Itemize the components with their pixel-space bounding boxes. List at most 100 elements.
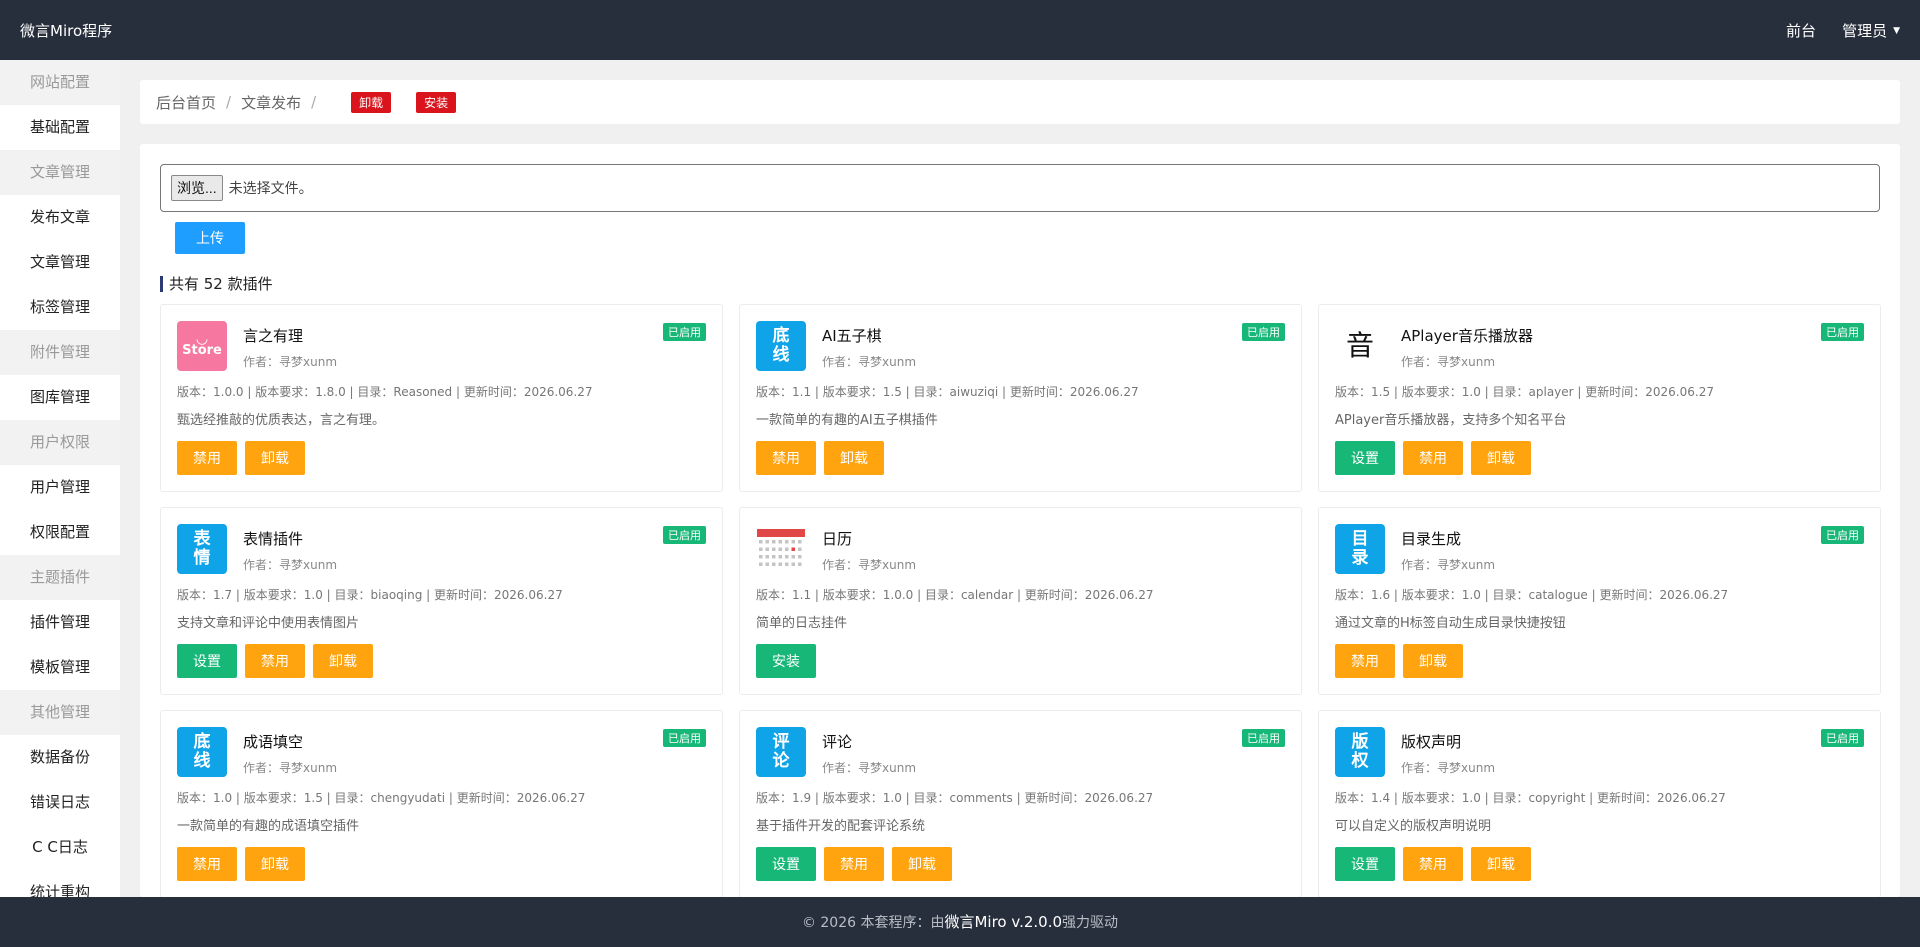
sidebar-item[interactable]: 基础配置	[0, 105, 120, 150]
plugin-action-button[interactable]: 卸载	[1471, 847, 1531, 881]
plugin-name: 言之有理	[243, 327, 304, 345]
plugin-action-button[interactable]: 卸载	[245, 847, 305, 881]
plugin-author: 作者：寻梦xunm	[1401, 355, 1496, 369]
plugin-action-button[interactable]: 禁用	[824, 847, 884, 881]
sidebar-item[interactable]: 统计重构	[0, 870, 120, 897]
admin-menu[interactable]: 管理员 ▼	[1842, 20, 1900, 41]
plugin-author: 作者：寻梦xunm	[243, 761, 338, 775]
plugin-action-button[interactable]: 卸载	[824, 441, 884, 475]
plugin-action-button[interactable]: 设置	[756, 847, 816, 881]
plugin-action-button[interactable]: 卸载	[313, 644, 373, 678]
plugin-actions: 禁用 卸载	[177, 847, 305, 881]
plugin-meta: 版本：1.5 | 版本要求：1.0 | 目录：aplayer | 更新时间：20…	[1335, 385, 1714, 399]
plugin-author: 作者：寻梦xunm	[822, 761, 917, 775]
plugin-actions: 安装	[756, 644, 816, 678]
plugin-action-button[interactable]: 卸载	[245, 441, 305, 475]
frontend-link[interactable]: 前台	[1786, 20, 1816, 41]
plugin-action-button[interactable]: 设置	[1335, 847, 1395, 881]
plugin-icon-text: 底 线	[772, 326, 790, 365]
file-input[interactable]: 浏览... 未选择文件。	[160, 164, 1880, 212]
sidebar-group-label: 文章管理	[0, 150, 120, 195]
plugin-description: 支持文章和评论中使用表情图片	[177, 616, 360, 631]
status-badge: 已启用	[1821, 323, 1864, 341]
plugin-action-button[interactable]: 设置	[177, 644, 237, 678]
sidebar-item[interactable]: 图库管理	[0, 375, 120, 420]
sidebar-item[interactable]: C C日志	[0, 825, 120, 870]
breadcrumb-home[interactable]: 后台首页	[156, 92, 216, 113]
plugin-action-button[interactable]: 禁用	[177, 847, 237, 881]
sidebar-item[interactable]: 数据备份	[0, 735, 120, 780]
sidebar-group-label: 网站配置	[0, 60, 120, 105]
plugin-actions: 设置 禁用 卸载	[756, 847, 952, 881]
breadcrumb: 后台首页 / 文章发布 / 卸载 安装	[140, 80, 1900, 124]
plugin-actions: 禁用 卸载	[177, 441, 305, 475]
sidebar-item[interactable]: 文章管理	[0, 240, 120, 285]
text-icon: 底 线	[756, 321, 806, 371]
plugin-card: 表 情 表情插件作者：寻梦xunm 已启用版本：1.7 | 版本要求：1.0 | 目…	[160, 507, 723, 695]
text-icon: 版 权	[1335, 727, 1385, 777]
footer-prefix: © 2026 本套程序：由	[801, 915, 945, 931]
footer-version[interactable]: 微言Miro v.2.0.0	[944, 913, 1062, 931]
plugin-action-button[interactable]: 安装	[756, 644, 816, 678]
plugin-grid: ◡ Store 言之有理 作者：寻梦xunm 已启用 版本：1.0.0 | 版本要求：1.…	[160, 304, 1881, 897]
sidebar-item[interactable]: 发布文章	[0, 195, 120, 240]
plugin-actions: 设置 禁用 卸载	[1335, 847, 1531, 881]
plugin-name: 表情插件	[243, 530, 304, 548]
plugin-meta: 版本：1.1 | 版本要求：1.5 | 目录：aiwuziqi | 更新时间：2…	[756, 385, 1139, 399]
install-tag[interactable]: 安装	[416, 91, 457, 113]
plugin-description: 一款简单的有趣的AI五子棋插件	[756, 413, 938, 428]
sidebar-item[interactable]: 插件管理	[0, 600, 120, 645]
sidebar-item[interactable]: 错误日志	[0, 780, 120, 825]
plugin-action-button[interactable]: 设置	[1335, 441, 1395, 475]
plugin-action-button[interactable]: 卸载	[1471, 441, 1531, 475]
plugin-action-button[interactable]: 禁用	[177, 441, 237, 475]
plugin-name: 成语填空	[243, 733, 304, 751]
plugin-meta: 版本：1.7 | 版本要求：1.0 | 目录：biaoqing | 更新时间：2…	[177, 588, 563, 602]
browse-button[interactable]: 浏览...	[171, 175, 223, 201]
sidebar-item[interactable]: 用户管理	[0, 465, 120, 510]
plugin-author: 作者：寻梦xunm	[1401, 761, 1496, 775]
plugin-author: 作者：寻梦xunm	[822, 558, 917, 572]
breadcrumb-separator: /	[311, 93, 317, 111]
plugin-action-button[interactable]: 禁用	[1403, 847, 1463, 881]
plugin-meta: 版本：1.0 | 版本要求：1.5 | 目录：chengyudati | 更新时…	[177, 791, 586, 805]
breadcrumb-current[interactable]: 文章发布	[241, 92, 301, 113]
plugin-description: 基于插件开发的配套评论系统	[756, 819, 926, 834]
text-icon: 表 情	[177, 524, 227, 574]
plugin-actions: 设置 禁用 卸载	[177, 644, 373, 678]
plugin-action-button[interactable]: 禁用	[756, 441, 816, 475]
store-icon: ◡ Store	[177, 321, 227, 371]
plugin-description: 可以自定义的版权声明说明	[1335, 819, 1492, 834]
plugin-actions: 禁用 卸载	[756, 441, 884, 475]
brand-title[interactable]: 微言Miro程序	[20, 20, 112, 41]
plugin-meta: 版本：1.0.0 | 版本要求：1.8.0 | 目录：Reasoned | 更新…	[177, 385, 593, 399]
status-badge: 已启用	[663, 729, 706, 747]
upload-button[interactable]: 上传	[175, 222, 245, 254]
plugin-author: 作者：寻梦xunm	[1401, 558, 1496, 572]
footer: © 2026 本套程序：由微言Miro v.2.0.0强力驱动	[0, 897, 1920, 947]
plugin-action-button[interactable]: 卸载	[1403, 644, 1463, 678]
plugin-action-button[interactable]: 禁用	[1335, 644, 1395, 678]
plugin-description: APlayer音乐播放器，支持多个知名平台	[1335, 413, 1567, 428]
plugin-action-button[interactable]: 禁用	[245, 644, 305, 678]
sidebar-item[interactable]: 权限配置	[0, 510, 120, 555]
uninstall-tag[interactable]: 卸载	[351, 91, 392, 113]
plugin-card: 目 录 目录生成 作者：寻梦xunm 已启用 版本：1.6 | 版本要求：1.0 | 目…	[1318, 507, 1881, 695]
plugin-action-button[interactable]: 禁用	[1403, 441, 1463, 475]
plugin-author: 作者：寻梦xunm	[243, 355, 338, 369]
plugin-icon-text: 版 权	[1351, 732, 1369, 771]
sidebar-item[interactable]: 标签管理	[0, 285, 120, 330]
top-bar: 微言Miro程序 前台 管理员 ▼	[0, 0, 1920, 60]
plugin-icon-text: 目 录	[1351, 529, 1369, 568]
status-badge: 已启用	[663, 526, 706, 544]
plugin-action-button[interactable]: 卸载	[892, 847, 952, 881]
sidebar-item[interactable]: 模板管理	[0, 645, 120, 690]
plugin-description: 一款简单的有趣的成语填空插件	[177, 819, 360, 834]
plugin-icon-text: 评 论	[772, 732, 790, 771]
status-badge: 已启用	[1242, 729, 1285, 747]
plugin-author: 作者：寻梦xunm	[243, 558, 338, 572]
sidebar-group-label: 附件管理	[0, 330, 120, 375]
plugin-name: 日历	[822, 530, 853, 548]
plugin-actions: 设置 禁用 卸载	[1335, 441, 1531, 475]
plugin-card: 版 权 版权声明 作者：寻梦xunm 已启用 版本：1.4 | 版本要求：1.0 | 目…	[1318, 710, 1881, 897]
